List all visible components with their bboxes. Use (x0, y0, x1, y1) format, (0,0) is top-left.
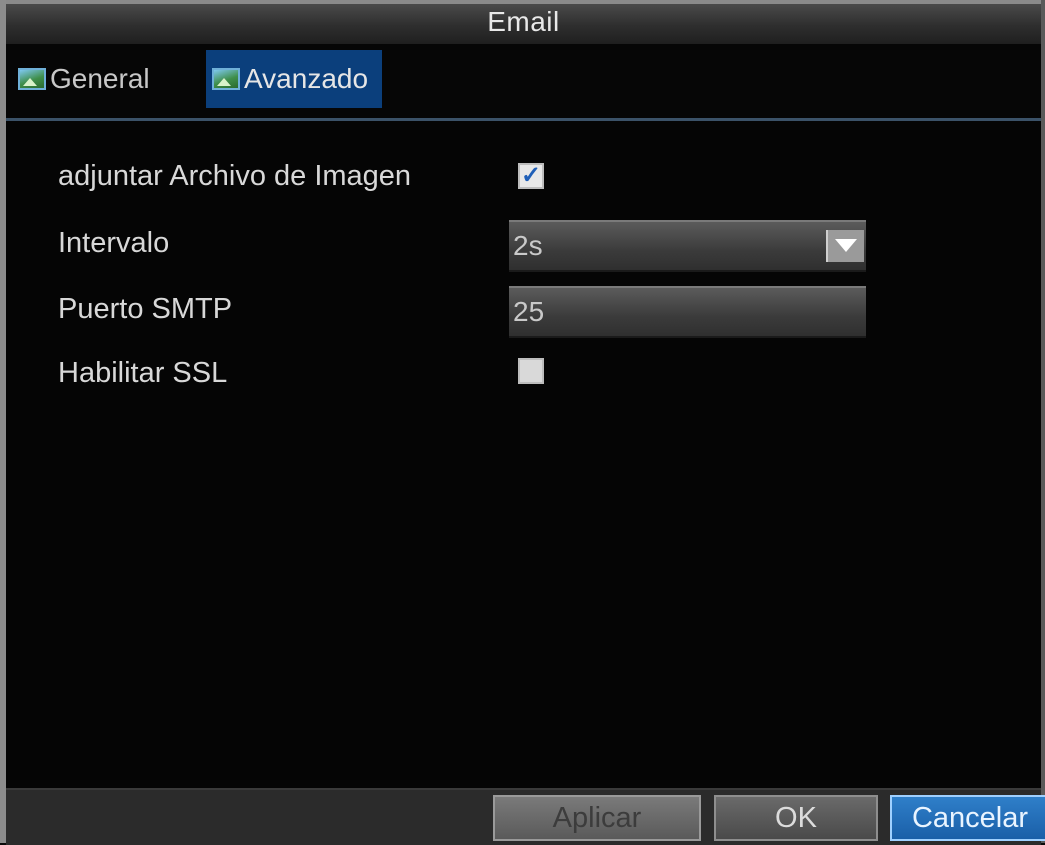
interval-label: Intervalo (58, 227, 170, 259)
title-bar: Email (6, 0, 1041, 44)
ok-button[interactable]: OK (714, 795, 878, 841)
email-dialog: Email General Avanzado adjuntar Archivo … (0, 0, 1045, 845)
image-icon (18, 68, 46, 90)
apply-button[interactable]: Aplicar (493, 795, 701, 841)
ssl-label: Habilitar SSL (58, 357, 228, 389)
smtp-port-input[interactable]: 25 (509, 286, 866, 338)
image-icon (212, 68, 240, 90)
tab-general[interactable]: General (18, 50, 150, 108)
interval-dropdown[interactable]: 2s (509, 220, 866, 272)
smtp-port-label: Puerto SMTP (58, 293, 233, 325)
tab-general-label: General (50, 63, 150, 94)
attach-image-label: adjuntar Archivo de Imagen (58, 160, 412, 192)
interval-value: 2s (513, 230, 543, 261)
cancel-button[interactable]: Cancelar (890, 795, 1045, 841)
tab-avanzado[interactable]: Avanzado (206, 50, 383, 108)
tab-avanzado-label: Avanzado (244, 63, 369, 94)
attach-image-checkbox[interactable]: ✓ (518, 163, 544, 189)
chevron-down-icon[interactable] (826, 230, 864, 262)
tab-bar: General Avanzado (6, 44, 1041, 121)
checkmark-icon: ✓ (520, 162, 542, 189)
smtp-port-value: 25 (513, 296, 545, 327)
dialog-title: Email (487, 6, 560, 37)
ssl-checkbox[interactable] (518, 358, 544, 384)
